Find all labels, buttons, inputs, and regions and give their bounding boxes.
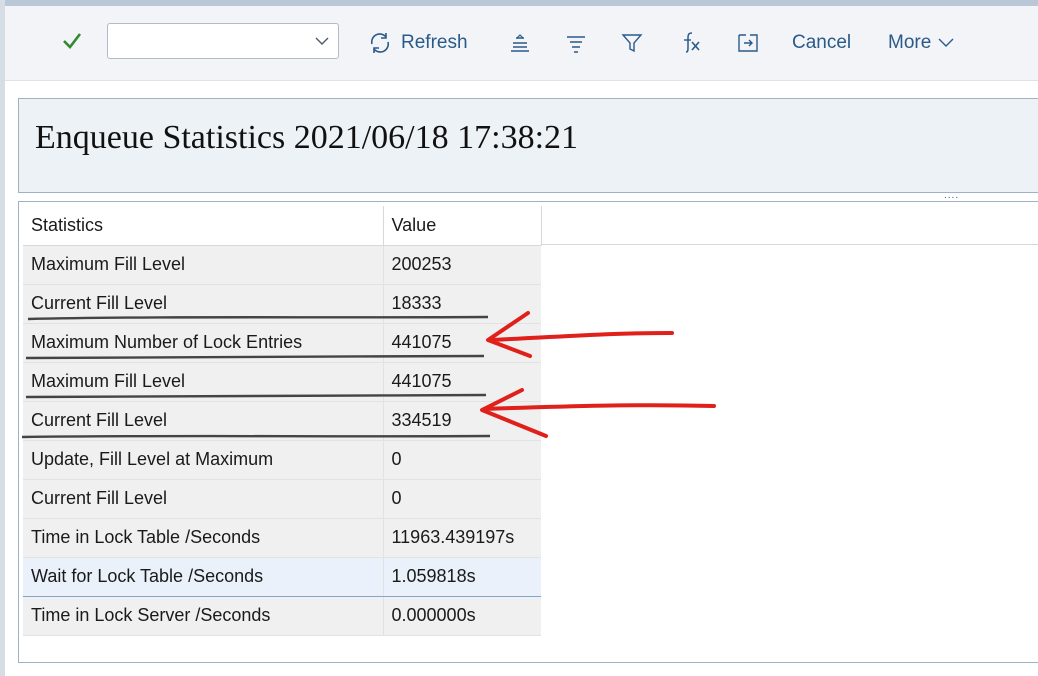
value-cell[interactable]: 0.000000s <box>383 596 541 636</box>
statistics-table-panel: Statistics Value Maximum Fill Level 20025… <box>18 201 1038 663</box>
statistics-cell[interactable]: Current Fill Level <box>23 284 384 324</box>
statistics-cell[interactable]: Maximum Fill Level <box>23 245 384 285</box>
table-row[interactable]: Time in Lock Table /Seconds 11963.439197s <box>23 518 541 558</box>
page-title: Enqueue Statistics 2021/06/18 17:38:21 <box>35 119 579 156</box>
column-header-statistics[interactable]: Statistics <box>23 206 384 246</box>
confirm-button[interactable] <box>57 26 87 56</box>
clear-formula-icon <box>684 32 700 53</box>
column-header-value[interactable]: Value <box>383 206 542 246</box>
table-row[interactable]: Current Fill Level 18333 <box>23 284 541 324</box>
splitter-handle[interactable]: .... <box>944 191 959 201</box>
value-cell[interactable]: 0 <box>383 440 541 480</box>
statistics-cell[interactable]: Current Fill Level <box>23 479 384 519</box>
refresh-label: Refresh <box>401 32 468 53</box>
table-row[interactable]: Maximum Fill Level 441075 <box>23 362 541 402</box>
statistics-cell[interactable]: Maximum Fill Level <box>23 362 384 402</box>
clear-formula-button[interactable] <box>675 28 705 58</box>
statistics-cell[interactable]: Time in Lock Server /Seconds <box>23 596 384 636</box>
header-filler <box>541 206 1038 245</box>
value-cell[interactable]: 334519 <box>383 401 541 441</box>
more-label: More <box>888 32 932 53</box>
align-top-button[interactable] <box>505 28 535 58</box>
value-cell[interactable]: 11963.439197s <box>383 518 541 558</box>
cancel-button[interactable]: Cancel <box>792 28 851 58</box>
value-cell[interactable]: 441075 <box>383 323 541 363</box>
statistics-cell[interactable]: Wait for Lock Table /Seconds <box>23 556 384 597</box>
filter-icon <box>621 34 643 53</box>
export-button[interactable] <box>733 28 763 58</box>
window-left-border <box>0 0 5 676</box>
table-row[interactable]: Maximum Fill Level 200253 <box>23 245 541 285</box>
export-icon <box>738 34 758 52</box>
align-center-button[interactable] <box>561 28 591 58</box>
value-cell[interactable]: 200253 <box>383 245 541 285</box>
table-row[interactable]: Wait for Lock Table /Seconds 1.059818s <box>23 556 541 597</box>
chevron-down-icon[interactable] <box>314 33 330 49</box>
align-top-icon <box>511 34 529 52</box>
value-cell[interactable]: 0 <box>383 479 541 519</box>
table-row[interactable]: Time in Lock Server /Seconds 0.000000s <box>23 596 541 636</box>
statistics-cell[interactable]: Current Fill Level <box>23 401 384 441</box>
statistics-table: Statistics Value Maximum Fill Level 20025… <box>23 206 542 636</box>
refresh-button[interactable]: Refresh <box>367 28 468 58</box>
filter-button[interactable] <box>617 28 647 58</box>
statistics-cell[interactable]: Time in Lock Table /Seconds <box>23 518 384 558</box>
command-field[interactable] <box>107 23 339 59</box>
value-cell[interactable]: 18333 <box>383 284 541 324</box>
value-cell[interactable]: 1.059818s <box>383 556 541 597</box>
table-row[interactable]: Maximum Number of Lock Entries 441075 <box>23 323 541 363</box>
statistics-cell[interactable]: Update, Fill Level at Maximum <box>23 440 384 480</box>
more-button[interactable]: More <box>888 28 955 58</box>
align-center-icon <box>567 36 585 53</box>
statistics-cell[interactable]: Maximum Number of Lock Entries <box>23 323 384 363</box>
chevron-down-icon <box>938 38 954 47</box>
table-header-row: Statistics Value <box>23 206 542 246</box>
table-row[interactable]: Update, Fill Level at Maximum 0 <box>23 440 541 480</box>
table-row[interactable]: Current Fill Level 0 <box>23 479 541 519</box>
check-icon <box>63 33 82 49</box>
value-cell[interactable]: 441075 <box>383 362 541 402</box>
refresh-icon <box>370 33 390 53</box>
title-panel: Enqueue Statistics 2021/06/18 17:38:21 <box>18 98 1038 193</box>
toolbar: Refresh Cancel More <box>5 6 1038 81</box>
cancel-label: Cancel <box>792 32 852 53</box>
table-row[interactable]: Current Fill Level 334519 <box>23 401 541 441</box>
